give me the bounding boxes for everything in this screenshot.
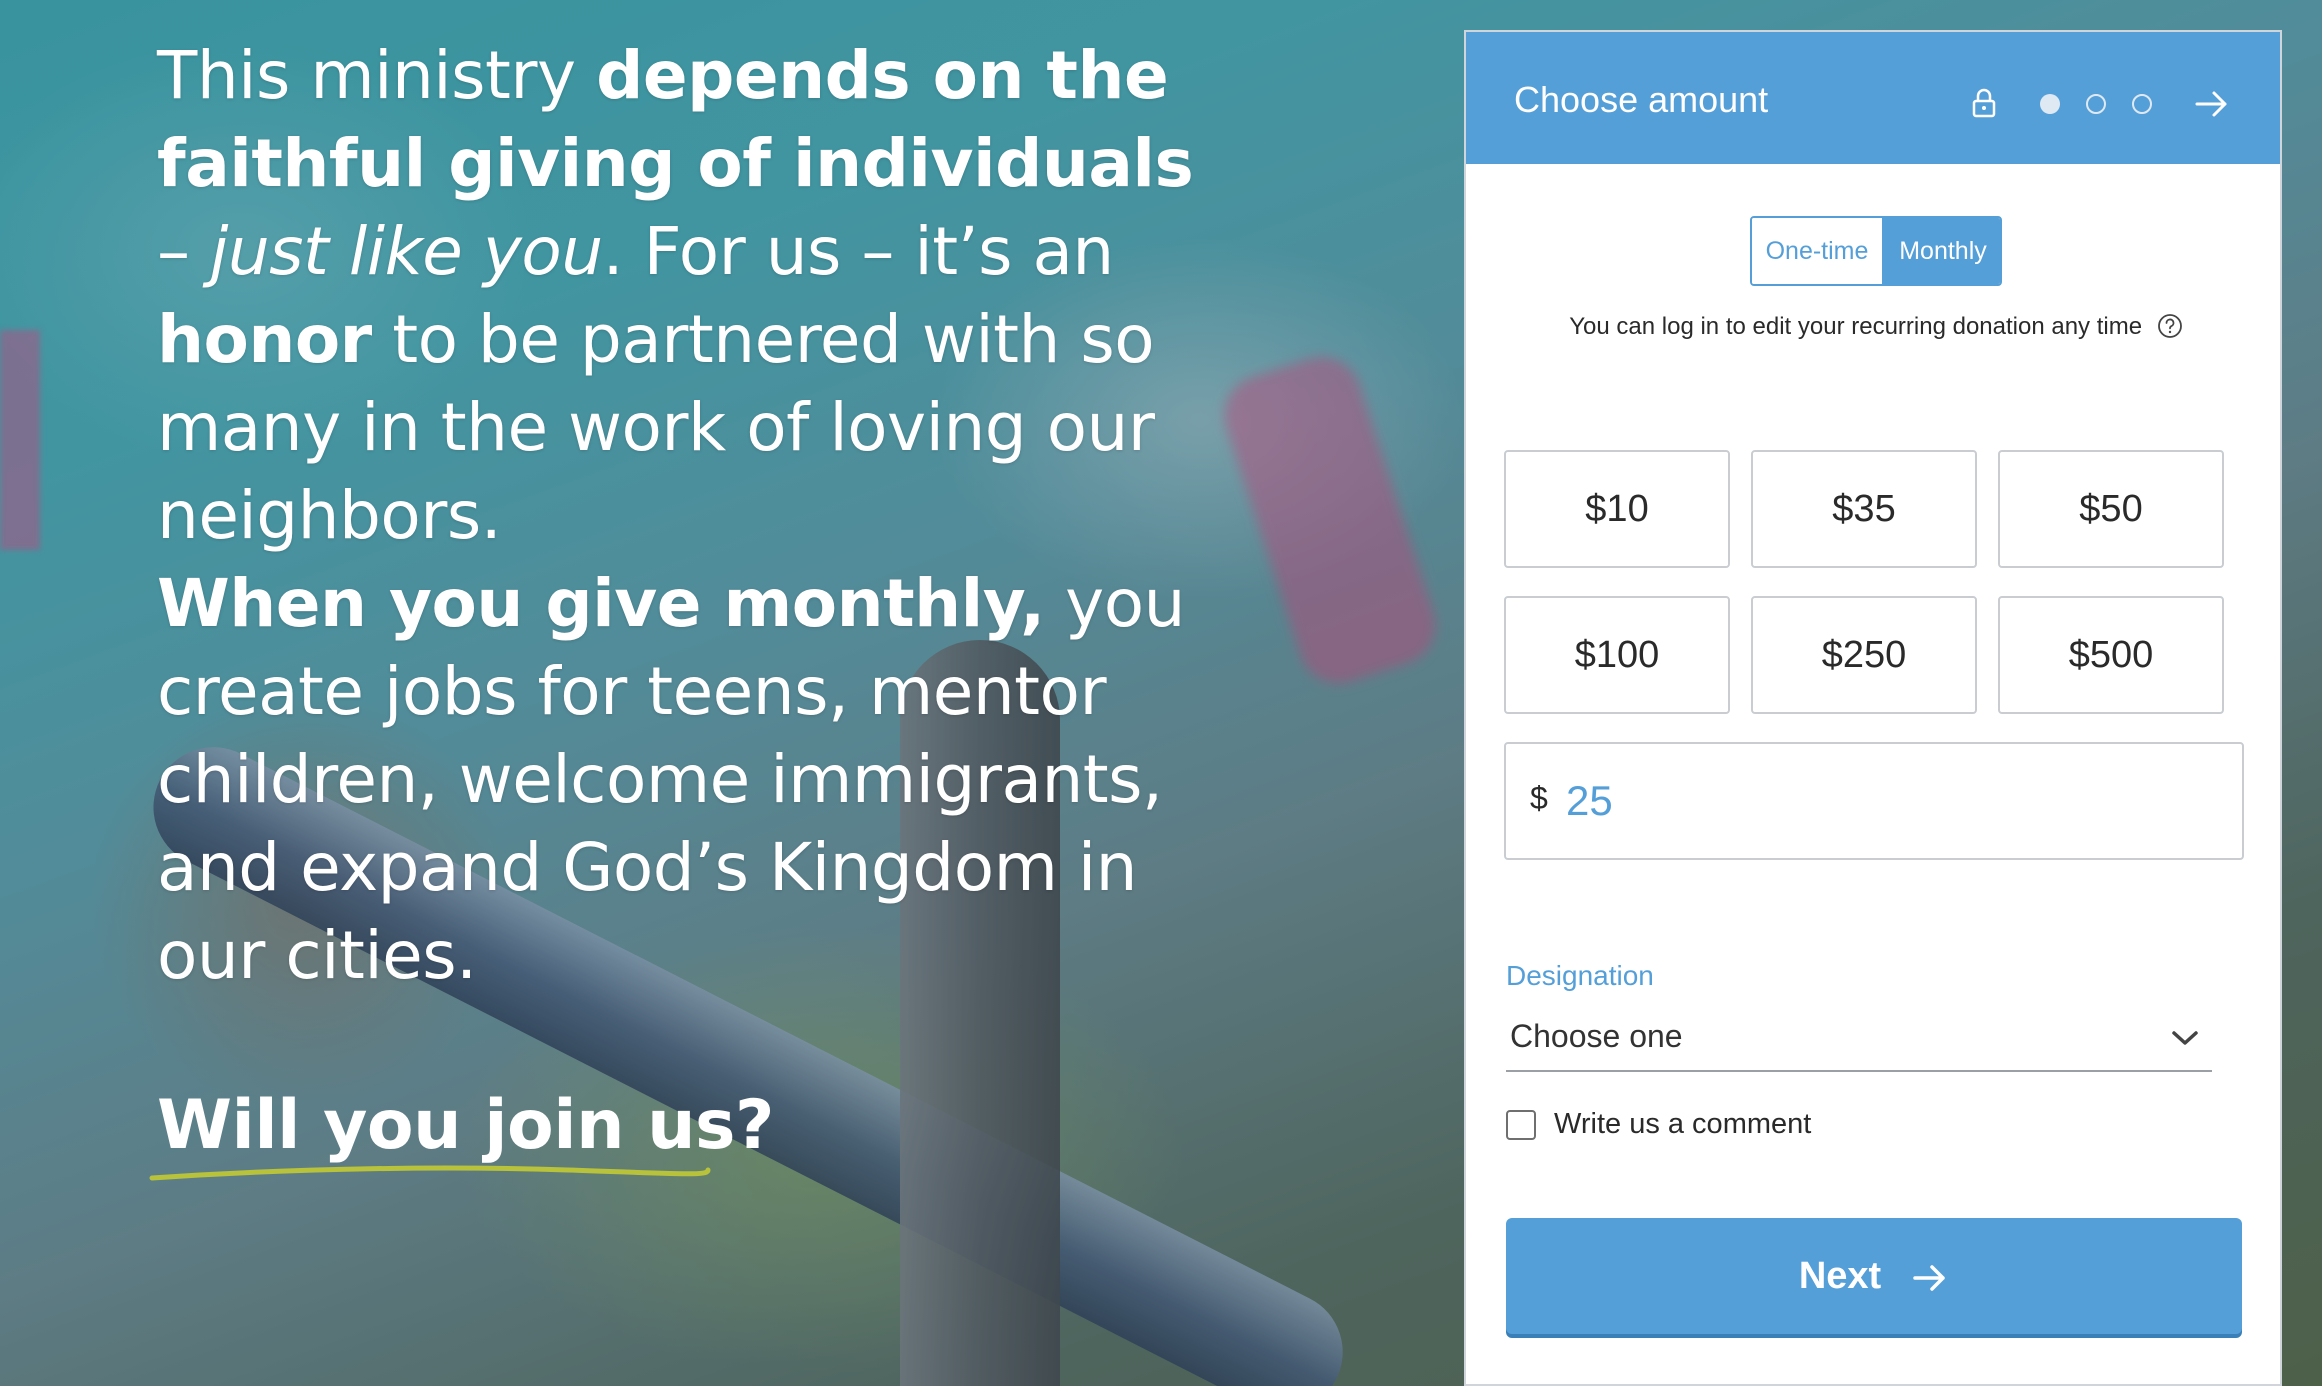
- hero-cta-heading: Will you join us?: [157, 1086, 774, 1165]
- hero-paragraph-1: This ministry depends on the faithful gi…: [157, 32, 1217, 560]
- frequency-option-one-time[interactable]: One-time: [1752, 218, 1882, 284]
- custom-amount-input[interactable]: [1566, 768, 2206, 834]
- arrow-right-icon: [1913, 1265, 1945, 1291]
- form-header: Choose amount: [1466, 32, 2280, 164]
- help-circle-icon[interactable]: [2157, 313, 2183, 339]
- frequency-toggle: One-time Monthly: [1750, 216, 2002, 286]
- designation-selected-value: Choose one: [1510, 1018, 1683, 1054]
- hero-paragraph-2: When you give monthly, you create jobs f…: [157, 560, 1217, 1000]
- recurring-note: You can log in to edit your recurring do…: [1556, 304, 2196, 349]
- recurring-note-text: You can log in to edit your recurring do…: [1569, 313, 2143, 340]
- arrow-right-icon[interactable]: [2192, 84, 2232, 124]
- currency-symbol: $: [1530, 780, 1548, 816]
- hero-text-italic: just like you: [209, 213, 603, 290]
- step-indicator-2: [2086, 94, 2106, 114]
- hero-text-bold: When you give monthly,: [157, 565, 1045, 642]
- comment-label[interactable]: Write us a comment: [1554, 1108, 1811, 1141]
- comment-checkbox[interactable]: [1506, 1109, 1536, 1140]
- amount-option-250[interactable]: $250: [1751, 596, 1977, 714]
- amount-option-500[interactable]: $500: [1998, 596, 2224, 714]
- chevron-down-icon: [2172, 1031, 2198, 1045]
- amount-option-50[interactable]: $50: [1998, 450, 2224, 568]
- hero-text: –: [157, 213, 210, 290]
- custom-amount-field[interactable]: $: [1504, 742, 2244, 860]
- lock-icon: [1972, 88, 1996, 118]
- amount-option-35[interactable]: $35: [1751, 450, 1977, 568]
- donation-form-panel: Choose amount One-time Monthly You can l…: [1464, 30, 2282, 1386]
- next-button[interactable]: Next: [1506, 1218, 2242, 1334]
- hero-text: This ministry: [157, 37, 597, 114]
- hero-text-bold: honor: [157, 301, 372, 378]
- step-indicator-3: [2132, 94, 2152, 114]
- hero-text: . For us – it’s an: [602, 213, 1115, 290]
- amount-option-100[interactable]: $100: [1504, 596, 1730, 714]
- designation-select[interactable]: Choose one: [1506, 1010, 2212, 1072]
- designation-label: Designation: [1506, 960, 1654, 991]
- hero-copy: This ministry depends on the faithful gi…: [157, 32, 1217, 1000]
- form-title: Choose amount: [1514, 79, 1769, 120]
- next-button-label: Next: [1798, 1254, 1882, 1297]
- step-indicator-1: [2040, 94, 2060, 114]
- cta-underline-stroke: [149, 1165, 711, 1181]
- comment-option: Write us a comment: [1506, 1108, 1811, 1141]
- frequency-option-monthly[interactable]: Monthly: [1882, 218, 2000, 284]
- amount-option-10[interactable]: $10: [1504, 450, 1730, 568]
